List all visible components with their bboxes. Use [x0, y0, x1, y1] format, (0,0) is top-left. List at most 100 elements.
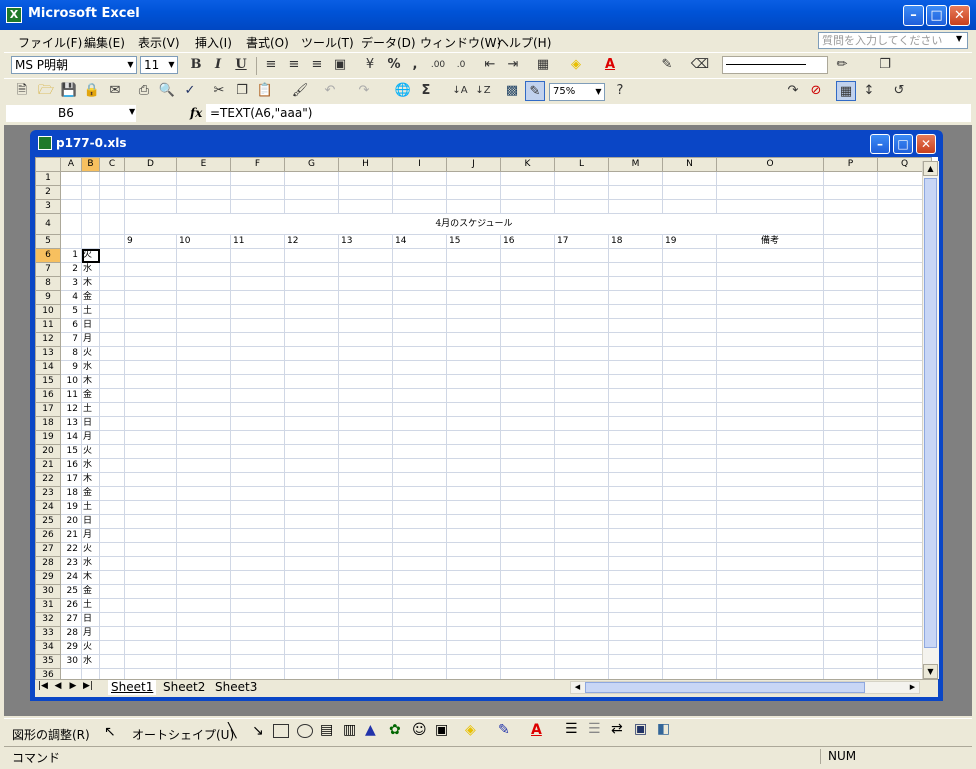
row-header[interactable]: 22 — [35, 472, 61, 487]
cell[interactable] — [446, 584, 501, 599]
day-number-cell[interactable]: 12 — [60, 402, 82, 417]
cell[interactable] — [230, 668, 285, 679]
line-color-icon[interactable]: ✏ — [832, 55, 852, 75]
hour-header-cell[interactable]: 19 — [662, 234, 717, 249]
column-header-f[interactable]: F — [230, 157, 285, 172]
cell[interactable] — [99, 584, 125, 599]
cell[interactable] — [284, 346, 339, 361]
cell[interactable] — [230, 346, 285, 361]
cell[interactable] — [446, 374, 501, 389]
cell[interactable] — [823, 276, 878, 291]
menu-view[interactable]: 表示(V) — [138, 34, 180, 51]
cell[interactable] — [716, 388, 824, 403]
weekday-cell[interactable]: 金 — [81, 486, 100, 501]
cell[interactable] — [446, 402, 501, 417]
weekday-cell[interactable]: 土 — [81, 304, 100, 319]
cell[interactable] — [392, 374, 447, 389]
cell[interactable] — [662, 171, 717, 186]
cell[interactable] — [338, 304, 393, 319]
cell[interactable] — [99, 528, 125, 543]
vertical-textbox-icon[interactable]: ▥ — [343, 722, 356, 738]
function-icon[interactable]: fx — [190, 106, 202, 120]
print-preview-icon[interactable]: 🔍 — [157, 81, 177, 101]
day-number-cell[interactable]: 3 — [60, 276, 82, 291]
cell[interactable] — [554, 346, 609, 361]
remarks-header-cell[interactable]: 備考 — [716, 234, 824, 249]
cell[interactable] — [662, 444, 717, 459]
cell[interactable] — [823, 360, 878, 375]
cell[interactable] — [446, 528, 501, 543]
cell[interactable] — [554, 626, 609, 641]
cell[interactable] — [99, 234, 125, 249]
cell[interactable] — [230, 458, 285, 473]
cell[interactable] — [176, 612, 231, 627]
cell[interactable] — [500, 472, 555, 487]
cell[interactable] — [124, 472, 177, 487]
weekday-cell[interactable]: 木 — [81, 276, 100, 291]
cell[interactable] — [176, 346, 231, 361]
zoom-dropdown-icon[interactable]: ▼ — [593, 84, 604, 100]
row-header[interactable]: 8 — [35, 276, 61, 291]
cell[interactable] — [554, 584, 609, 599]
cell[interactable] — [716, 598, 824, 613]
cell[interactable] — [284, 514, 339, 529]
diagram-icon[interactable]: ✿ — [389, 722, 401, 738]
cell[interactable] — [176, 171, 231, 186]
cell[interactable] — [554, 472, 609, 487]
cell[interactable] — [230, 486, 285, 501]
font-color-icon[interactable]: A — [600, 55, 620, 75]
cell[interactable] — [99, 185, 125, 200]
trace-icon[interactable]: ↷ — [783, 81, 803, 101]
cell[interactable] — [554, 598, 609, 613]
cell[interactable] — [392, 430, 447, 445]
cell[interactable] — [823, 626, 878, 641]
cell[interactable] — [124, 640, 177, 655]
cell[interactable] — [662, 514, 717, 529]
vertical-scrollbar[interactable]: ▲ ▼ — [922, 161, 939, 679]
cell[interactable] — [392, 654, 447, 669]
cell[interactable] — [554, 248, 609, 263]
align-right-icon[interactable]: ≡ — [307, 55, 327, 75]
last-sheet-icon[interactable]: ▶| — [82, 681, 94, 691]
cell[interactable] — [392, 584, 447, 599]
cell[interactable] — [124, 458, 177, 473]
cell[interactable] — [500, 640, 555, 655]
weekday-cell[interactable]: 水 — [81, 360, 100, 375]
row-header[interactable]: 28 — [35, 556, 61, 571]
cell[interactable] — [823, 199, 878, 214]
line-style-combo[interactable] — [722, 56, 828, 74]
dash-style-icon[interactable]: ☰ — [588, 721, 601, 737]
cell[interactable] — [99, 444, 125, 459]
cell[interactable] — [500, 185, 555, 200]
cell[interactable] — [662, 276, 717, 291]
cell[interactable] — [716, 199, 824, 214]
review-icon[interactable]: ↺ — [889, 81, 909, 101]
cell[interactable] — [176, 668, 231, 679]
column-header-b[interactable]: B — [81, 157, 100, 172]
cell[interactable] — [230, 500, 285, 515]
cell[interactable] — [716, 626, 824, 641]
cell[interactable] — [230, 472, 285, 487]
cell[interactable] — [284, 626, 339, 641]
cell[interactable] — [608, 402, 663, 417]
cell[interactable] — [392, 500, 447, 515]
day-number-cell[interactable]: 8 — [60, 346, 82, 361]
day-number-cell[interactable]: 29 — [60, 640, 82, 655]
cell[interactable] — [338, 360, 393, 375]
cell[interactable] — [230, 542, 285, 557]
font-dropdown-icon[interactable]: ▼ — [125, 57, 136, 73]
cell[interactable] — [338, 598, 393, 613]
cell[interactable] — [554, 430, 609, 445]
column-header-c[interactable]: C — [99, 157, 125, 172]
cell[interactable] — [716, 416, 824, 431]
italic-button[interactable]: I — [208, 55, 228, 75]
cell[interactable] — [662, 612, 717, 627]
day-number-cell[interactable]: 6 — [60, 318, 82, 333]
scroll-left-icon[interactable]: ◀ — [571, 682, 584, 693]
cell[interactable] — [392, 262, 447, 277]
copy-icon[interactable]: ❐ — [232, 81, 252, 101]
cell[interactable] — [284, 556, 339, 571]
cell[interactable] — [392, 332, 447, 347]
day-number-cell[interactable]: 9 — [60, 360, 82, 375]
cell[interactable] — [662, 416, 717, 431]
